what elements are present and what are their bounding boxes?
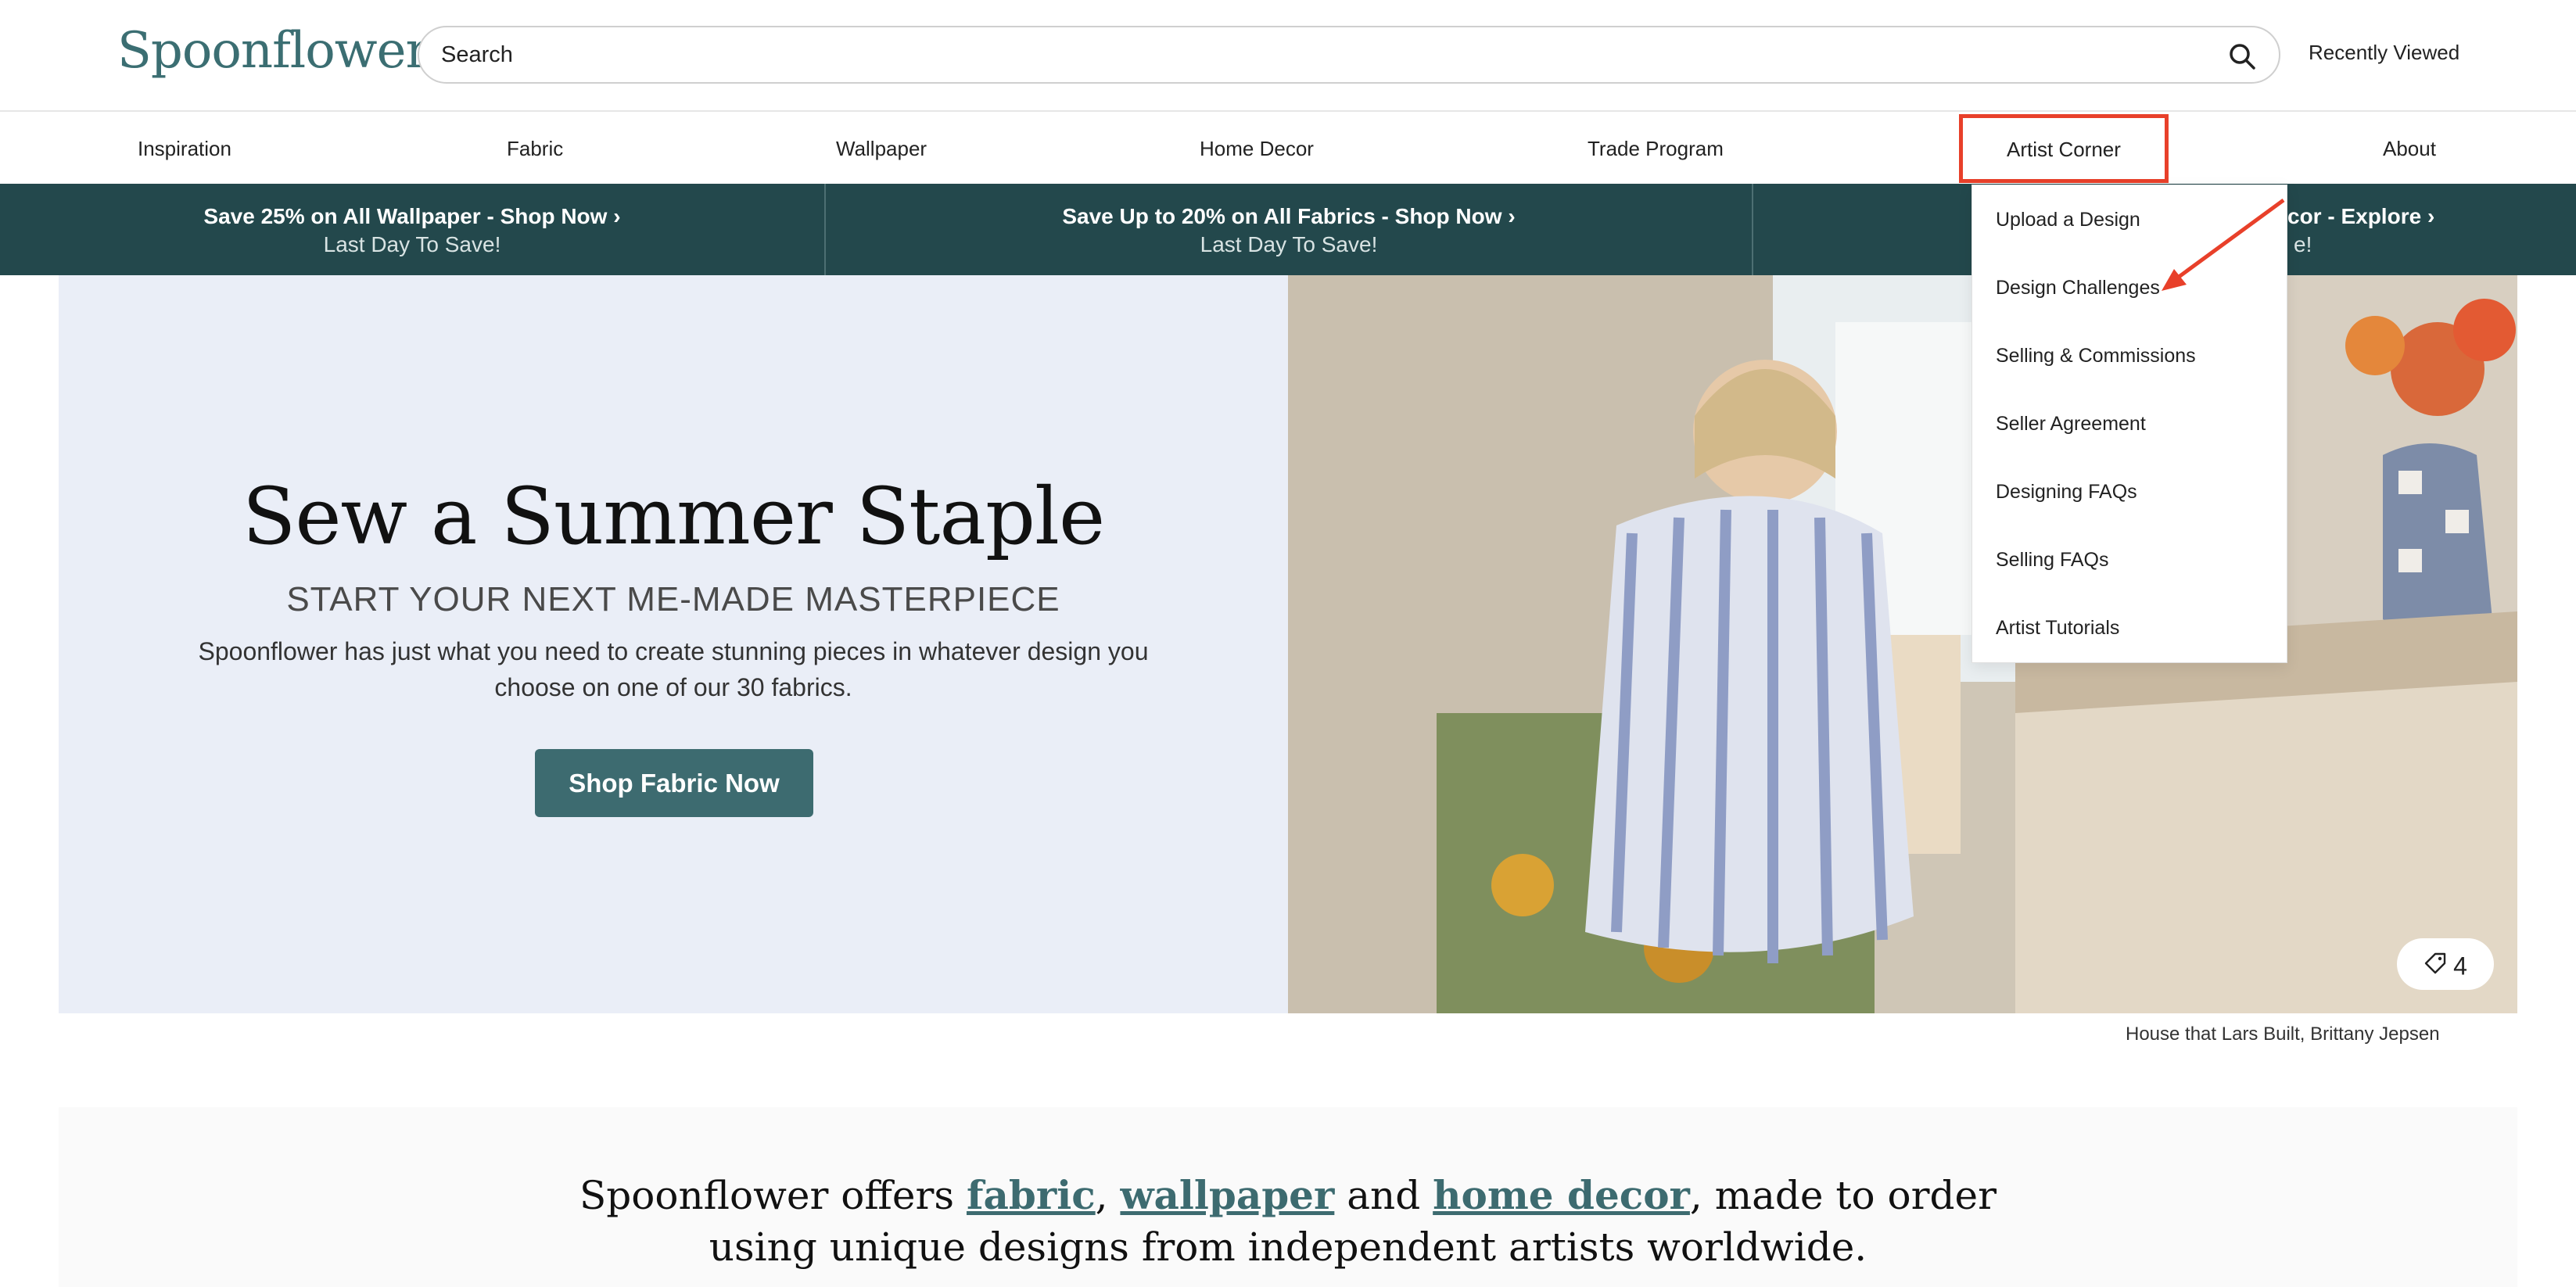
tag-count: 4 — [2453, 952, 2467, 980]
nav-item-fabric[interactable]: Fabric — [507, 113, 563, 184]
promo-wallpaper-title: Save 25% on All Wallpaper - Shop Now — [203, 204, 608, 228]
tagline-and: and — [1334, 1173, 1433, 1218]
nav-item-about[interactable]: About — [2383, 113, 2436, 184]
about-section: Spoonflower offers fabric, wallpaper and… — [59, 1107, 2517, 1287]
home-decor-link[interactable]: home decor — [1433, 1172, 1690, 1218]
main-nav: Inspiration Fabric Wallpaper Home Decor … — [0, 113, 2576, 184]
nav-item-wallpaper[interactable]: Wallpaper — [836, 113, 927, 184]
nav-item-artist-corner[interactable]: Artist Corner — [1959, 114, 2169, 183]
promo-home-decor[interactable]: cor - Explore › e! — [2287, 184, 2522, 275]
nav-item-home-decor[interactable]: Home Decor — [1200, 113, 1314, 184]
spoonflower-logo[interactable]: Spoonflower — [117, 22, 429, 80]
tagline-part2: , made to order — [1689, 1173, 1997, 1218]
promo-divider — [1752, 184, 1753, 275]
dropdown-item-design-challenges[interactable]: Design Challenges — [1996, 277, 2160, 299]
promo-fabrics[interactable]: Save Up to 20% on All Fabrics - Shop Now… — [826, 184, 1752, 275]
tagline-line2: using unique designs from independent ar… — [709, 1224, 1867, 1270]
promo-home-decor-sub: e! — [2294, 232, 2312, 256]
search-input[interactable] — [441, 27, 2162, 82]
dropdown-item-selling-faqs[interactable]: Selling FAQs — [1996, 549, 2109, 572]
annotation-arrow — [2162, 198, 2285, 291]
dropdown-item-selling-commissions[interactable]: Selling & Commissions — [1996, 345, 2196, 367]
search-icon[interactable] — [2227, 41, 2257, 71]
dropdown-item-designing-faqs[interactable]: Designing FAQs — [1996, 481, 2137, 504]
dropdown-item-seller-agreement[interactable]: Seller Agreement — [1996, 413, 2146, 436]
site-header: Spoonflower Recently Viewed — [0, 0, 2576, 112]
dropdown-item-upload-design[interactable]: Upload a Design — [1996, 209, 2140, 231]
chevron-right-icon: › — [1508, 204, 1516, 228]
hero-image: 4 — [1288, 275, 2517, 1013]
promo-fabrics-title: Save Up to 20% on All Fabrics - Shop Now — [1062, 204, 1502, 228]
photo-credit: House that Lars Built, Brittany Jepsen — [2126, 1024, 2440, 1045]
hero-description: Spoonflower has just what you need to cr… — [198, 637, 1149, 701]
nav-item-trade-program[interactable]: Trade Program — [1588, 113, 1724, 184]
dropdown-item-artist-tutorials[interactable]: Artist Tutorials — [1996, 617, 2119, 640]
hero-title: Sew a Summer Staple — [242, 471, 1105, 562]
search-bar[interactable] — [418, 26, 2280, 84]
chevron-right-icon: › — [2427, 204, 2435, 228]
tagline: Spoonflower offers fabric, wallpaper and… — [59, 1170, 2517, 1273]
promo-wallpaper-sub: Last Day To Save! — [323, 232, 501, 256]
promo-home-decor-title: cor - Explore — [2287, 204, 2422, 228]
hero-text-panel: Sew a Summer Staple START YOUR NEXT ME-M… — [59, 275, 1288, 1013]
tagline-part1: Spoonflower offers — [579, 1173, 967, 1218]
hero-subtitle: START YOUR NEXT ME-MADE MASTERPIECE — [286, 580, 1060, 618]
wallpaper-link[interactable]: wallpaper — [1120, 1172, 1334, 1218]
tag-icon — [2424, 941, 2447, 992]
hero-photo — [1288, 275, 2517, 1013]
shop-fabric-button[interactable]: Shop Fabric Now — [535, 749, 813, 817]
recently-viewed-link[interactable]: Recently Viewed — [2309, 41, 2459, 65]
promo-fabrics-sub: Last Day To Save! — [1200, 232, 1378, 256]
nav-item-inspiration[interactable]: Inspiration — [138, 113, 231, 184]
chevron-right-icon: › — [613, 204, 621, 228]
tagline-comma: , — [1095, 1173, 1121, 1218]
fabric-link[interactable]: fabric — [967, 1172, 1096, 1218]
promo-wallpaper[interactable]: Save 25% on All Wallpaper - Shop Now › L… — [0, 184, 824, 275]
product-tag-button[interactable]: 4 — [2397, 938, 2494, 990]
